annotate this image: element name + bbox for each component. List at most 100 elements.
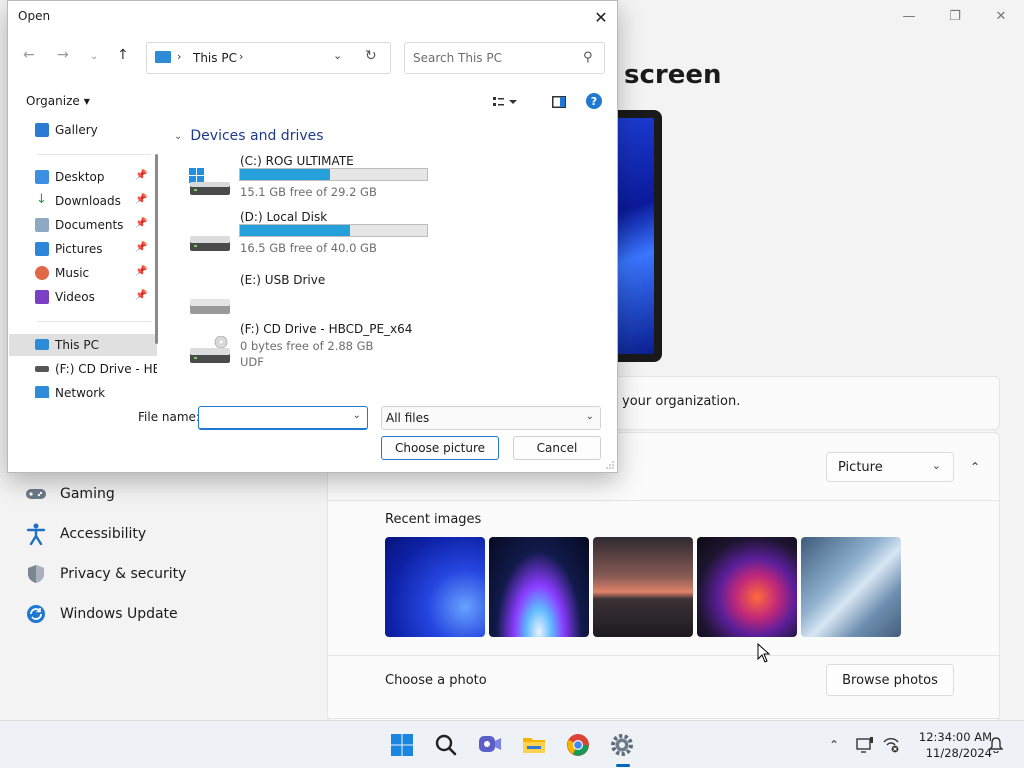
chevron-down-icon: ⌄ (931, 459, 941, 472)
chrome-icon[interactable] (562, 729, 594, 761)
address-dropdown-icon[interactable]: ⌄ (333, 49, 342, 62)
organization-notice-text: your organization. (622, 394, 741, 409)
organization-notice: your organization. (600, 376, 1000, 430)
address-bar[interactable]: › This PC › ⌄ ↻ (146, 42, 391, 74)
browse-photos-button[interactable]: Browse photos (826, 664, 954, 696)
update-icon (24, 602, 48, 626)
file-name-input[interactable]: ⌄ (198, 406, 368, 430)
documents-icon (35, 218, 49, 232)
nav-pane-item-desktop[interactable]: Desktop 📌 (9, 166, 157, 188)
drive-item-e[interactable]: (E:) USB Drive (188, 273, 608, 321)
chevron-down-icon: ⌄ (585, 411, 594, 422)
up-arrow-icon[interactable]: ↑ (117, 47, 129, 63)
drive-name: (E:) USB Drive (240, 273, 326, 287)
nav-pane-item-music[interactable]: Music 📌 (9, 262, 157, 284)
refresh-icon[interactable]: ↻ (365, 48, 377, 64)
recent-image[interactable] (801, 537, 901, 637)
drive-free-space: 0 bytes free of 2.88 GB (240, 339, 374, 353)
nav-pane-item-network[interactable]: Network (9, 382, 157, 398)
navigation-pane: Gallery Desktop 📌 ↓ Downloads 📌 Document… (9, 118, 157, 398)
maximize-button[interactable]: ❐ (932, 0, 978, 32)
network-icon (35, 386, 49, 398)
drive-name: (D:) Local Disk (240, 210, 328, 224)
navigation-pane-scrollbar[interactable] (155, 154, 158, 344)
recent-image[interactable] (489, 537, 589, 637)
file-explorer-icon[interactable] (518, 729, 550, 761)
nav-item-accessibility[interactable]: Accessibility (24, 516, 146, 552)
nav-pane-item-downloads[interactable]: ↓ Downloads 📌 (9, 190, 157, 212)
clock-time: 12:34:00 AM (918, 730, 992, 744)
nav-pane-item-cd-drive[interactable]: (F:) CD Drive - HB (9, 358, 157, 380)
drive-free-space: 15.1 GB free of 29.2 GB (240, 185, 377, 199)
search-input[interactable] (404, 42, 605, 74)
drive-name: (C:) ROG ULTIMATE (240, 154, 354, 168)
nav-item-label: Windows Update (60, 606, 178, 622)
gallery-icon (35, 123, 49, 137)
breadcrumb-this-pc[interactable]: This PC (193, 51, 237, 65)
search-icon[interactable] (430, 729, 462, 761)
clock[interactable]: 12:34:00 AM 11/28/2024 (900, 729, 992, 761)
pin-icon: 📌 (135, 194, 148, 205)
forward-arrow-icon[interactable]: → (57, 47, 69, 63)
settings-gear-icon[interactable] (606, 729, 638, 761)
cancel-button[interactable]: Cancel (513, 436, 601, 460)
nav-pane-item-gallery[interactable]: Gallery (9, 119, 157, 141)
recent-image[interactable] (697, 537, 797, 637)
chevron-up-icon[interactable]: ⌃ (962, 452, 988, 482)
preview-pane-icon[interactable] (546, 92, 572, 112)
nav-pane-item-pictures[interactable]: Pictures 📌 (9, 238, 157, 260)
view-options-icon[interactable] (492, 92, 518, 112)
videos-icon (35, 290, 49, 304)
drive-usage-fill (240, 225, 351, 236)
devices-and-drives-header[interactable]: ⌄ Devices and drives (174, 128, 324, 144)
breadcrumb-separator-icon[interactable]: › (177, 50, 181, 63)
file-name-label: File name: (138, 410, 200, 424)
network-disconnected-icon[interactable] (881, 735, 901, 755)
drive-item-c[interactable]: (C:) ROG ULTIMATE 15.1 GB free of 29.2 G… (188, 154, 608, 202)
notification-bell-icon[interactable] (986, 735, 1006, 755)
background-type-select[interactable]: Picture ⌄ (826, 452, 954, 482)
choose-picture-button[interactable]: Choose picture (381, 436, 499, 460)
drive-free-space: 16.5 GB free of 40.0 GB (240, 241, 377, 255)
open-dialog: Open ✕ ← → ⌄ ↑ › This PC › ⌄ ↻ ⚲ Organiz… (7, 0, 618, 473)
help-icon[interactable]: ? (586, 93, 602, 109)
drive-item-d[interactable]: (D:) Local Disk 16.5 GB free of 40.0 GB (188, 210, 608, 258)
active-app-indicator (616, 764, 630, 767)
chevron-up-icon[interactable]: ⌃ (824, 735, 844, 755)
back-arrow-icon[interactable]: ← (23, 47, 35, 63)
close-icon[interactable]: ✕ (585, 1, 617, 33)
nav-item-label: Privacy & security (60, 566, 187, 582)
accessibility-icon (24, 522, 48, 546)
chevron-down-icon[interactable]: ⌄ (353, 410, 361, 421)
this-pc-icon (155, 51, 171, 63)
nav-item-windows-update[interactable]: Windows Update (24, 596, 178, 632)
nav-pane-item-this-pc[interactable]: This PC (9, 334, 157, 356)
clock-date: 11/28/2024 (925, 746, 992, 760)
meet-chat-icon[interactable] (474, 729, 506, 761)
drive-usage-bar (239, 168, 428, 181)
close-button[interactable]: ✕ (978, 0, 1024, 32)
search-icon[interactable]: ⚲ (583, 50, 593, 65)
nav-pane-item-documents[interactable]: Documents 📌 (9, 214, 157, 236)
pin-icon: 📌 (135, 218, 148, 229)
nav-item-gaming[interactable]: Gaming (24, 476, 115, 512)
file-type-select[interactable]: All files ⌄ (381, 406, 601, 430)
recent-locations-chevron-icon[interactable]: ⌄ (90, 51, 98, 62)
usb-drive-icon (190, 299, 230, 314)
desktop-icon (35, 170, 49, 184)
minimize-button[interactable]: — (886, 0, 932, 32)
page-title: screen (624, 60, 722, 90)
resize-grip-icon[interactable] (606, 461, 614, 469)
breadcrumb-separator-icon[interactable]: › (239, 50, 243, 63)
nav-pane-item-videos[interactable]: Videos 📌 (9, 286, 157, 308)
caret-down-icon: ▼ (83, 96, 90, 106)
recent-image[interactable] (385, 537, 485, 637)
organize-button[interactable]: Organize ▼ (26, 94, 90, 108)
nav-item-privacy-security[interactable]: Privacy & security (24, 556, 186, 592)
drive-item-f[interactable]: (F:) CD Drive - HBCD_PE_x64 0 bytes free… (188, 322, 608, 370)
recent-image[interactable] (593, 537, 693, 637)
nav-item-label: Gaming (60, 486, 115, 502)
display-icon[interactable] (855, 735, 875, 755)
start-button-windows-icon[interactable] (386, 729, 418, 761)
drive-usage-bar (239, 224, 428, 237)
